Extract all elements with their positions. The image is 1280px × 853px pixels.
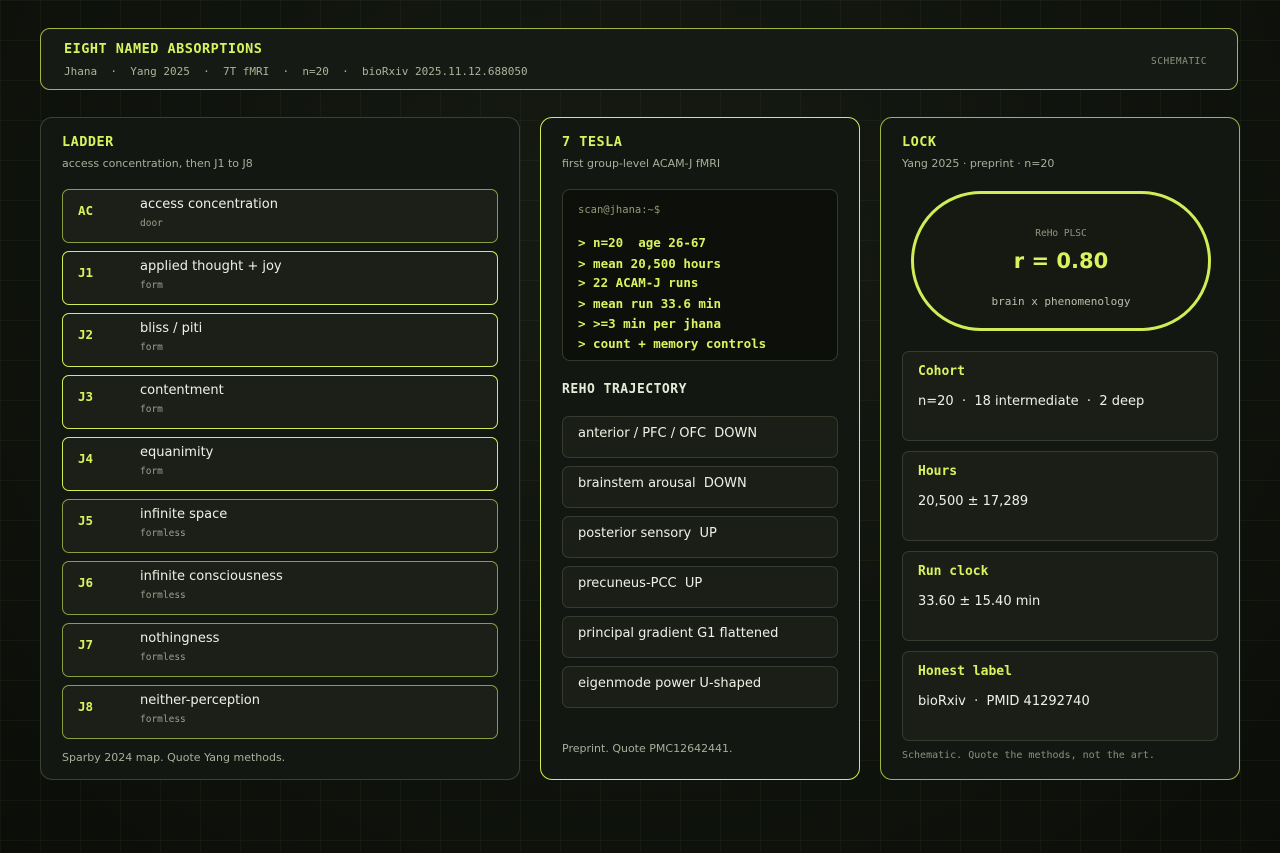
pill-value: r = 0.80: [1013, 249, 1109, 273]
rung-name: bliss / piti: [140, 321, 203, 336]
tesla-subtitle: first group-level ACAM-J fMRI: [562, 157, 721, 170]
lock-subtitle: Yang 2025 · preprint · n=20: [902, 157, 1055, 170]
rung-name: nothingness: [140, 631, 220, 646]
pill-caption: brain x phenomenology: [991, 295, 1131, 308]
rung-code: AC: [78, 203, 94, 218]
terminal-line: > mean run 33.6 min: [578, 296, 721, 311]
page-subtitle: Jhana · Yang 2025 · 7T fMRI · n=20 · bio…: [64, 65, 528, 78]
rung-ac[interactable]: AC access concentration door: [62, 189, 498, 243]
ladder-title: LADDER: [62, 134, 114, 150]
stat-key: Hours: [918, 464, 958, 479]
terminal-line: > mean 20,500 hours: [578, 256, 721, 271]
rung-code: J7: [78, 637, 94, 652]
rung-name: neither-perception: [140, 693, 260, 708]
rung-code: J4: [78, 451, 94, 466]
stat-key: Run clock: [918, 564, 989, 579]
trajectory-label: principal gradient G1 flattened: [578, 626, 779, 641]
stat-value: n=20 · 18 intermediate · 2 deep: [918, 394, 1145, 409]
trajectory-label: precuneus-PCC UP: [578, 576, 703, 591]
rung-type: form: [140, 404, 163, 415]
pill-label: ReHo PLSC: [1035, 228, 1087, 239]
rung-type: form: [140, 280, 163, 291]
schematic-tag: SCHEMATIC: [1151, 56, 1207, 67]
trajectory-item: posterior sensory UP: [562, 516, 838, 558]
stat-key: Honest label: [918, 664, 1012, 679]
stat-value: 33.60 ± 15.40 min: [918, 594, 1041, 609]
rung-code: J2: [78, 327, 94, 342]
tesla-title: 7 TESLA: [562, 134, 623, 150]
rung-j6[interactable]: J6 infinite consciousness formless: [62, 561, 498, 615]
rung-name: infinite consciousness: [140, 569, 283, 584]
rung-type: form: [140, 466, 163, 477]
rung-type: formless: [140, 714, 186, 725]
terminal-line: > n=20 age 26-67: [578, 235, 706, 250]
rung-type: formless: [140, 528, 186, 539]
trajectory-item: eigenmode power U-shaped: [562, 666, 838, 708]
stat-card-run-clock: Run clock 33.60 ± 15.40 min: [902, 551, 1218, 641]
stat-value: 20,500 ± 17,289: [918, 494, 1029, 509]
rung-code: J3: [78, 389, 94, 404]
terminal-prompt: scan@jhana:~$: [578, 204, 661, 216]
lock-footer: Schematic. Quote the methods, not the ar…: [902, 750, 1155, 761]
ladder-subtitle: access concentration, then J1 to J8: [62, 157, 253, 170]
rung-type: door: [140, 218, 163, 229]
rung-code: J6: [78, 575, 94, 590]
lock-panel: LOCK Yang 2025 · preprint · n=20 ReHo PL…: [880, 117, 1240, 780]
terminal-block: scan@jhana:~$ > n=20 age 26-67 > mean 20…: [562, 189, 838, 361]
trajectory-item: brainstem arousal DOWN: [562, 466, 838, 508]
rung-code: J8: [78, 699, 94, 714]
terminal-line: > >=3 min per jhana: [578, 316, 721, 331]
terminal-line: > 22 ACAM-J runs: [578, 275, 699, 290]
stat-key: Cohort: [918, 364, 965, 379]
rung-code: J5: [78, 513, 94, 528]
rung-type: form: [140, 342, 163, 353]
terminal-line: > count + memory controls: [578, 336, 767, 351]
rung-name: contentment: [140, 383, 224, 398]
rung-j4[interactable]: J4 equanimity form: [62, 437, 498, 491]
rung-code: J1: [78, 265, 94, 280]
correlation-pill: ReHo PLSC r = 0.80 brain x phenomenology: [911, 191, 1211, 331]
rung-type: formless: [140, 590, 186, 601]
trajectory-item: anterior / PFC / OFC DOWN: [562, 416, 838, 458]
rung-j2[interactable]: J2 bliss / piti form: [62, 313, 498, 367]
tesla-panel: 7 TESLA first group-level ACAM-J fMRI sc…: [540, 117, 860, 780]
trajectory-label: posterior sensory UP: [578, 526, 717, 541]
rung-type: formless: [140, 652, 186, 663]
stat-value: bioRxiv · PMID 41292740: [918, 694, 1090, 709]
rung-name: infinite space: [140, 507, 228, 522]
trajectory-item: principal gradient G1 flattened: [562, 616, 838, 658]
stat-card-hours: Hours 20,500 ± 17,289: [902, 451, 1218, 541]
rung-name: applied thought + joy: [140, 259, 282, 274]
trajectory-label: anterior / PFC / OFC DOWN: [578, 426, 758, 441]
rung-j8[interactable]: J8 neither-perception formless: [62, 685, 498, 739]
trajectory-item: precuneus-PCC UP: [562, 566, 838, 608]
tesla-footer: Preprint. Quote PMC12642441.: [562, 742, 733, 755]
ladder-panel: LADDER access concentration, then J1 to …: [40, 117, 520, 780]
rung-j5[interactable]: J5 infinite space formless: [62, 499, 498, 553]
rung-j7[interactable]: J7 nothingness formless: [62, 623, 498, 677]
stat-card-cohort: Cohort n=20 · 18 intermediate · 2 deep: [902, 351, 1218, 441]
lock-title: LOCK: [902, 134, 937, 150]
header-banner: EIGHT NAMED ABSORPTIONS Jhana · Yang 202…: [40, 28, 1238, 90]
ladder-footer: Sparby 2024 map. Quote Yang methods.: [62, 751, 286, 764]
stat-card-honest-label: Honest label bioRxiv · PMID 41292740: [902, 651, 1218, 741]
rung-j1[interactable]: J1 applied thought + joy form: [62, 251, 498, 305]
rung-name: access concentration: [140, 197, 278, 212]
rung-j3[interactable]: J3 contentment form: [62, 375, 498, 429]
trajectory-title: REHO TRAJECTORY: [562, 382, 687, 397]
rung-name: equanimity: [140, 445, 214, 460]
trajectory-label: brainstem arousal DOWN: [578, 476, 747, 491]
page-title: EIGHT NAMED ABSORPTIONS: [64, 41, 263, 57]
trajectory-label: eigenmode power U-shaped: [578, 676, 762, 691]
